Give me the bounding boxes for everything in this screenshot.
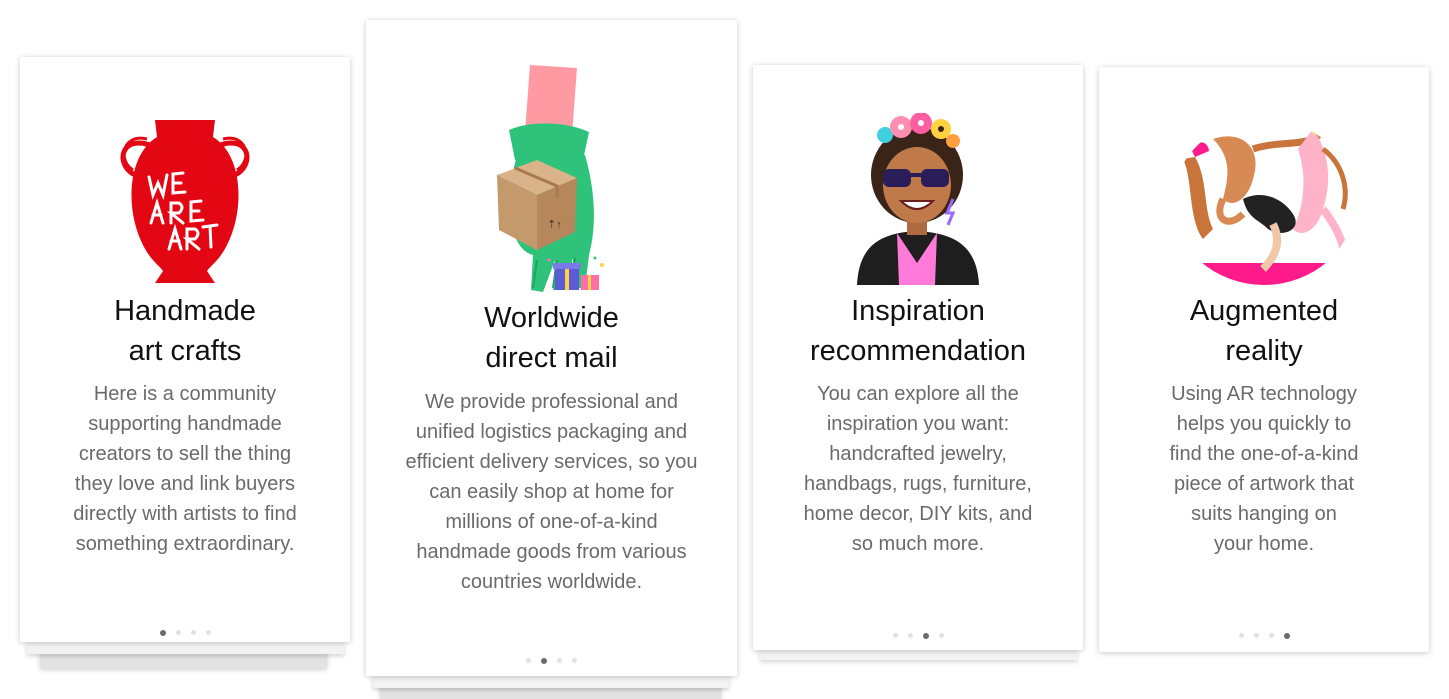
- dancing-figures-artwork-illustration: [1173, 119, 1355, 285]
- feature-card-augmented[interactable]: Augmented reality Using AR technology he…: [1099, 67, 1429, 652]
- stack-sheet: [373, 676, 729, 688]
- card-title-line2: reality: [1225, 335, 1303, 367]
- card-title: Augmented reality: [1099, 291, 1429, 371]
- card-description: Here is a community supporting handmade …: [73, 383, 297, 555]
- card-title-line1: Handmade: [114, 295, 256, 327]
- pagination-dot[interactable]: [526, 658, 531, 664]
- card-description: Using AR technology helps you quickly to…: [1169, 383, 1359, 555]
- feature-card-inspiration[interactable]: Inspiration recommendation You can explo…: [753, 65, 1083, 650]
- pagination-dot-active[interactable]: [541, 657, 547, 664]
- woman-with-flower-crown-illustration: [853, 112, 983, 285]
- pagination-dot[interactable]: [907, 633, 913, 639]
- pagination-dot[interactable]: [892, 633, 898, 639]
- gloved-hand-with-package-illustration: ⇡↑: [477, 60, 627, 295]
- pagination-dot-active[interactable]: [159, 629, 166, 636]
- pagination-dot[interactable]: [1268, 633, 1274, 639]
- card-title: Worldwide direct mail: [366, 298, 737, 378]
- pagination-dot[interactable]: [557, 658, 562, 664]
- pagination-dots: [20, 624, 350, 636]
- card-title-line2: recommendation: [810, 335, 1026, 367]
- red-vase-illustration: [115, 115, 255, 285]
- feature-card-handmade[interactable]: Handmade art crafts Here is a community …: [20, 57, 350, 642]
- pagination-dot[interactable]: [938, 633, 944, 639]
- pagination-dot[interactable]: [1253, 633, 1259, 639]
- pagination-dot[interactable]: [205, 630, 211, 636]
- card-title-line1: Worldwide: [484, 302, 619, 334]
- pagination-dots: [366, 652, 737, 664]
- feature-card-worldwide[interactable]: ⇡↑ Worldwide direct mail We provide prof…: [366, 20, 737, 676]
- card-title-line2: art crafts: [128, 335, 242, 367]
- pagination-dot-active[interactable]: [1283, 632, 1290, 639]
- pagination-dot[interactable]: [175, 630, 181, 636]
- pagination-dots: [753, 627, 1083, 639]
- stack-sheet: [27, 642, 344, 654]
- svg-text:⇡↑: ⇡↑: [547, 219, 562, 231]
- card-title-line1: Augmented: [1189, 295, 1339, 327]
- pagination-dots: [1099, 627, 1429, 639]
- stack-sheet: [760, 650, 1077, 660]
- pagination-dot[interactable]: [190, 630, 196, 636]
- card-description: You can explore all the inspiration you …: [803, 383, 1033, 555]
- card-title-line2: direct mail: [485, 342, 618, 374]
- pagination-dot[interactable]: [572, 658, 577, 664]
- card-title: Handmade art crafts: [20, 291, 350, 371]
- pagination-dot-active[interactable]: [922, 632, 929, 639]
- card-description: We provide professional and unified logi…: [405, 391, 698, 593]
- card-title: Inspiration recommendation: [753, 291, 1083, 371]
- pagination-dot[interactable]: [1238, 633, 1244, 639]
- card-title-line1: Inspiration: [851, 295, 985, 327]
